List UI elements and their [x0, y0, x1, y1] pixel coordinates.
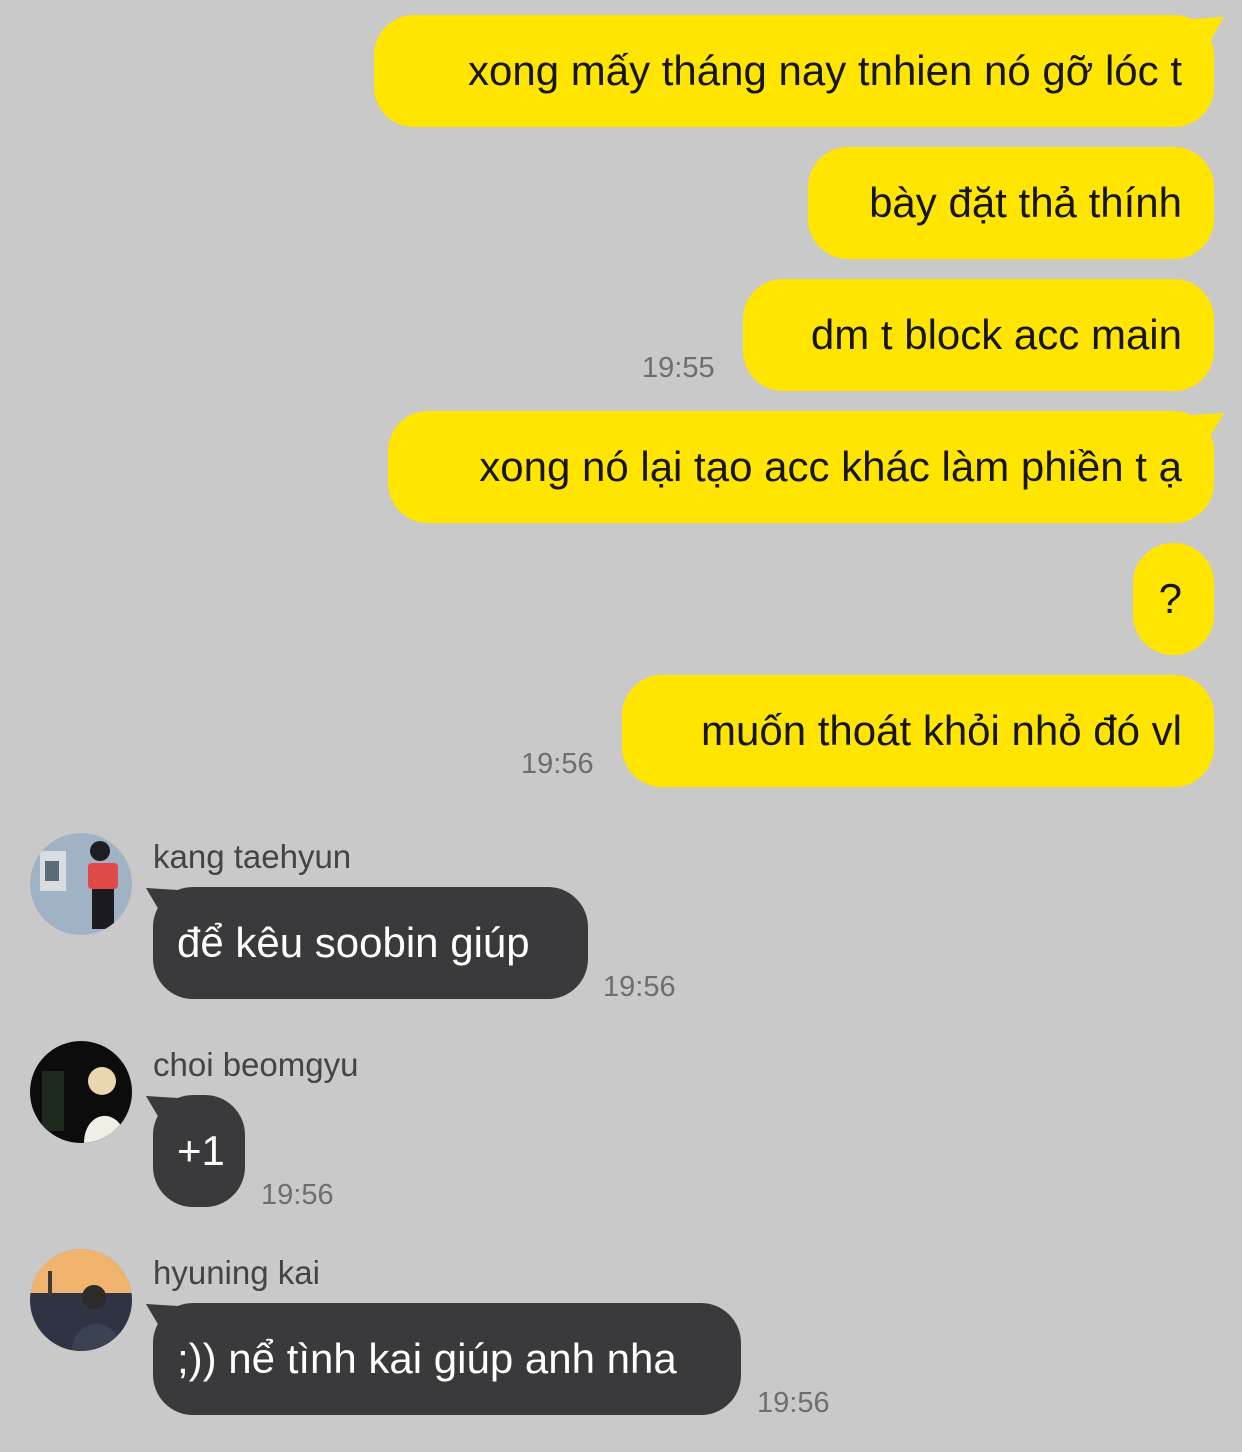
- outgoing-message[interactable]: bày đặt thả thính: [808, 147, 1214, 259]
- avatar[interactable]: [30, 1249, 132, 1351]
- avatar[interactable]: [30, 833, 132, 935]
- sender-name: choi beomgyu: [153, 1046, 359, 1083]
- message-text: dm t block acc main: [810, 311, 1182, 358]
- sender-name: hyuning kai: [153, 1254, 320, 1291]
- message-text: để kêu soobin giúp: [177, 919, 530, 966]
- user-avatar-icon: [30, 1249, 132, 1351]
- message-timestamp: 19:55: [642, 352, 715, 384]
- message-text: ?: [1158, 575, 1182, 622]
- outgoing-message[interactable]: xong mấy tháng nay tnhien nó gỡ lóc t: [374, 15, 1214, 127]
- incoming-message[interactable]: +1: [153, 1095, 245, 1207]
- message-text: +1: [177, 1127, 225, 1174]
- message-timestamp: 19:56: [603, 971, 676, 1003]
- outgoing-message[interactable]: dm t block acc main: [743, 279, 1214, 391]
- message-text: bày đặt thả thính: [869, 179, 1182, 226]
- message-timestamp: 19:56: [521, 748, 594, 780]
- outgoing-message[interactable]: ?: [1133, 543, 1214, 655]
- incoming-message[interactable]: ;)) nể tình kai giúp anh nha: [153, 1303, 741, 1415]
- outgoing-message[interactable]: xong nó lại tạo acc khác làm phiền t ạ: [388, 411, 1214, 523]
- incoming-message[interactable]: để kêu soobin giúp: [153, 887, 588, 999]
- message-text: xong nó lại tạo acc khác làm phiền t ạ: [479, 443, 1182, 490]
- outgoing-message[interactable]: muốn thoát khỏi nhỏ đó vl: [622, 675, 1214, 787]
- message-text: ;)) nể tình kai giúp anh nha: [177, 1335, 677, 1382]
- user-avatar-icon: [30, 1041, 132, 1143]
- avatar[interactable]: [30, 1041, 132, 1143]
- message-text: xong mấy tháng nay tnhien nó gỡ lóc t: [468, 47, 1182, 94]
- message-timestamp: 19:56: [261, 1179, 334, 1211]
- sender-name: kang taehyun: [153, 838, 352, 875]
- message-text: muốn thoát khỏi nhỏ đó vl: [701, 707, 1182, 754]
- message-timestamp: 19:56: [757, 1387, 830, 1419]
- user-avatar-icon: [30, 833, 132, 935]
